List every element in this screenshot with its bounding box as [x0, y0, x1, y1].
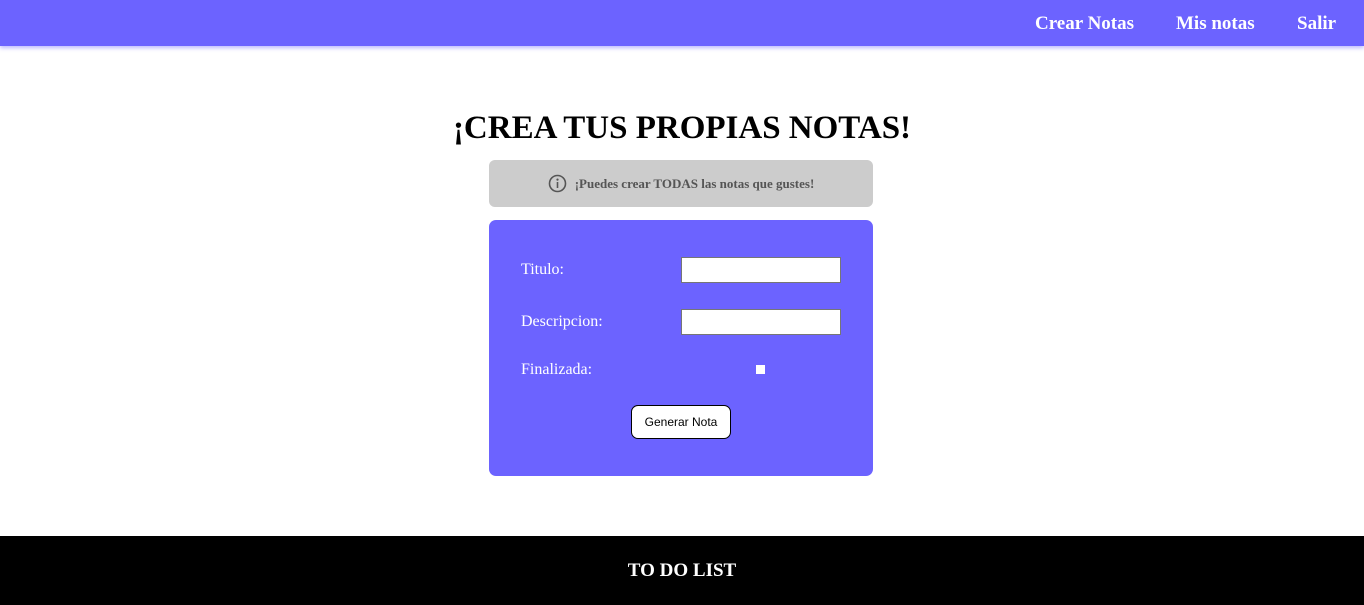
footer-title: TO DO LIST [627, 559, 737, 581]
finalizada-label: Finalizada: [521, 361, 593, 378]
nav-link-salir[interactable]: Salir [1297, 0, 1336, 46]
nav-link-mis-notas[interactable]: Mis notas [1176, 0, 1255, 46]
finalizada-checkbox[interactable] [756, 365, 765, 374]
descripcion-input[interactable] [681, 309, 841, 335]
generar-nota-button[interactable]: Generar Nota [631, 405, 731, 439]
titulo-label: Titulo: [521, 261, 564, 278]
descripcion-label: Descripcion: [521, 313, 603, 330]
create-note-form: Titulo: Descripcion: Finalizada: Generar… [489, 220, 873, 476]
info-icon [548, 174, 567, 193]
page-title: ¡CREA TUS PROPIAS NOTAS! [452, 110, 912, 146]
info-banner: ¡Puedes crear TODAS las notas que gustes… [489, 160, 873, 207]
titulo-input[interactable] [681, 257, 841, 283]
info-text: ¡Puedes crear TODAS las notas que gustes… [574, 175, 815, 191]
footer: TO DO LIST [0, 536, 1364, 605]
top-navbar: Crear Notas Mis notas Salir [0, 0, 1364, 46]
nav-link-crear-notas[interactable]: Crear Notas [1035, 0, 1134, 46]
